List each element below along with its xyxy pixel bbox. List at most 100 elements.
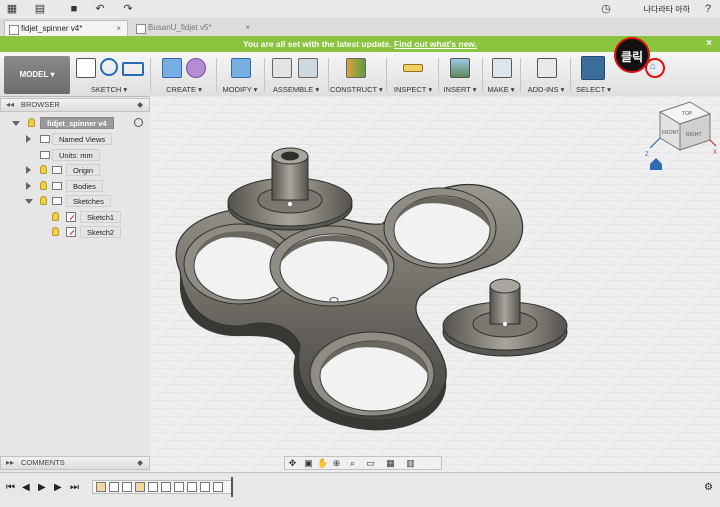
create-menu[interactable]: CREATE ▾ — [156, 85, 212, 94]
timeline-feature[interactable] — [213, 482, 223, 492]
expand-arrow-icon[interactable] — [26, 135, 31, 143]
viewcube-right[interactable]: RIGHT — [686, 132, 702, 138]
activate-radio-icon[interactable] — [134, 118, 143, 127]
visibility-bulb-icon[interactable] — [52, 212, 59, 221]
insert-group[interactable]: INSERT ▾ — [442, 56, 478, 94]
select-arrow-icon[interactable] — [581, 56, 605, 80]
addins-menu[interactable]: ADD-INS ▾ — [526, 85, 566, 94]
assemble-group[interactable]: ASSEMBLE ▾ — [268, 56, 324, 94]
look-at-icon[interactable]: ▣ — [303, 458, 314, 469]
sphere-icon[interactable] — [186, 58, 206, 78]
grid-icon[interactable]: ▦ — [6, 3, 18, 15]
make-menu[interactable]: MAKE ▾ — [486, 85, 516, 94]
comments-panel[interactable]: ▸▸ COMMENTS ◆ — [0, 456, 150, 470]
display-settings-icon[interactable]: ▭ — [365, 458, 376, 469]
addins-group[interactable]: ADD-INS ▾ — [526, 56, 566, 94]
workspace-switcher[interactable]: MODEL ▾ — [4, 56, 70, 94]
visibility-bulb-icon[interactable] — [40, 165, 47, 174]
pan-icon[interactable]: ✋ — [317, 458, 328, 469]
construct-group[interactable]: CONSTRUCT ▾ — [330, 56, 383, 94]
select-menu[interactable]: SELECT ▾ — [576, 85, 611, 94]
visibility-bulb-icon[interactable] — [40, 181, 47, 190]
close-icon[interactable]: × — [706, 36, 712, 52]
scripts-icon[interactable] — [537, 58, 557, 78]
grid-settings-icon[interactable]: ▦ — [385, 458, 396, 469]
zoom-icon[interactable]: ⊕ — [331, 458, 342, 469]
browser-item-root[interactable]: fidjet_spinner v4 — [0, 116, 150, 130]
panel-toggle-icon[interactable]: ◆ — [137, 99, 143, 111]
visibility-bulb-icon[interactable] — [28, 118, 35, 127]
create-sketch-icon[interactable] — [76, 58, 96, 78]
3d-print-icon[interactable] — [492, 58, 512, 78]
tab-fidjet-spinner[interactable]: fidjet_spinner v4* × — [4, 20, 128, 36]
expand-arrow-icon[interactable] — [26, 166, 31, 174]
go-to-start-icon[interactable]: ⏮ — [6, 482, 15, 493]
browser-header[interactable]: ◂◂ BROWSER ◆ — [0, 98, 150, 112]
arc-icon[interactable] — [100, 58, 118, 76]
collapse-arrow-icon[interactable] — [12, 121, 20, 126]
timeline-feature[interactable] — [187, 482, 197, 492]
redo-icon[interactable]: ↷ — [122, 3, 134, 15]
inspect-group[interactable]: INSPECT ▾ — [392, 56, 434, 94]
select-group[interactable]: SELECT ▾ — [576, 56, 611, 94]
browser-item-sketch1[interactable]: Sketch1 — [0, 210, 150, 224]
timeline-feature[interactable] — [135, 482, 145, 492]
expand-icon[interactable]: ▸▸ — [6, 457, 14, 469]
timeline-feature[interactable] — [96, 482, 106, 492]
sketch-group[interactable]: SKETCH ▾ — [74, 56, 144, 94]
viewcube-top[interactable]: TOP — [682, 111, 693, 117]
timeline-feature[interactable] — [109, 482, 119, 492]
extrude-icon[interactable] — [162, 58, 182, 78]
play-icon[interactable]: ▶ — [38, 482, 46, 493]
viewports-icon[interactable]: ▥ — [405, 458, 416, 469]
user-menu[interactable]: 나다라타 아하 — [644, 4, 690, 15]
collapse-icon[interactable]: ◂◂ — [6, 99, 14, 111]
insert-menu[interactable]: INSERT ▾ — [442, 85, 478, 94]
timeline-marker[interactable] — [231, 477, 233, 497]
undo-icon[interactable]: ↶ — [94, 3, 106, 15]
timeline-feature[interactable] — [122, 482, 132, 492]
timeline-feature[interactable] — [148, 482, 158, 492]
modify-menu[interactable]: MODIFY ▾ — [220, 85, 260, 94]
close-icon[interactable]: × — [116, 21, 121, 37]
timeline-feature[interactable] — [161, 482, 171, 492]
orbit-icon[interactable]: ✥ — [287, 458, 298, 469]
fit-icon[interactable]: ⌕ — [347, 458, 358, 469]
construct-menu[interactable]: CONSTRUCT ▾ — [330, 85, 383, 94]
step-back-icon[interactable]: ◀ — [22, 482, 30, 493]
file-icon[interactable]: ▤ — [34, 3, 46, 15]
new-component-icon[interactable] — [272, 58, 292, 78]
clock-icon[interactable]: ◷ — [600, 3, 612, 15]
go-to-end-icon[interactable]: ⏭ — [70, 482, 79, 493]
create-group[interactable]: CREATE ▾ — [156, 56, 212, 94]
offset-plane-icon[interactable] — [346, 58, 366, 78]
sketch-menu[interactable]: SKETCH ▾ — [74, 85, 144, 94]
press-pull-icon[interactable] — [231, 58, 251, 78]
model-viewport[interactable]: TOP FRONT RIGHT Z X — [150, 96, 720, 472]
save-icon[interactable]: ■ — [68, 3, 80, 15]
browser-item-sketch2[interactable]: Sketch2 — [0, 225, 150, 239]
rectangle-icon[interactable] — [122, 62, 144, 76]
settings-gear-icon[interactable]: ⚙ — [704, 482, 713, 493]
expand-arrow-icon[interactable] — [26, 182, 31, 190]
close-icon[interactable]: × — [245, 20, 250, 36]
inspect-menu[interactable]: INSPECT ▾ — [392, 85, 434, 94]
collapse-arrow-icon[interactable] — [25, 199, 33, 204]
browser-item-named-views[interactable]: Named Views — [0, 132, 150, 146]
modify-group[interactable]: MODIFY ▾ — [220, 56, 260, 94]
joint-icon[interactable] — [298, 58, 318, 78]
browser-item-sketches[interactable]: Sketches — [0, 194, 150, 208]
visibility-bulb-icon[interactable] — [52, 227, 59, 236]
timeline-feature[interactable] — [174, 482, 184, 492]
insert-image-icon[interactable] — [450, 58, 470, 78]
timeline-feature[interactable] — [200, 482, 210, 492]
help-icon[interactable]: ? — [702, 3, 714, 15]
panel-toggle-icon[interactable]: ◆ — [137, 457, 143, 469]
whats-new-link[interactable]: Find out what's new. — [394, 39, 477, 49]
make-group[interactable]: MAKE ▾ — [486, 56, 516, 94]
browser-item-bodies[interactable]: Bodies — [0, 179, 150, 193]
timeline-track[interactable] — [92, 480, 232, 494]
measure-icon[interactable] — [403, 64, 423, 72]
browser-item-origin[interactable]: Origin — [0, 163, 150, 177]
step-forward-icon[interactable]: ▶ — [54, 482, 62, 493]
